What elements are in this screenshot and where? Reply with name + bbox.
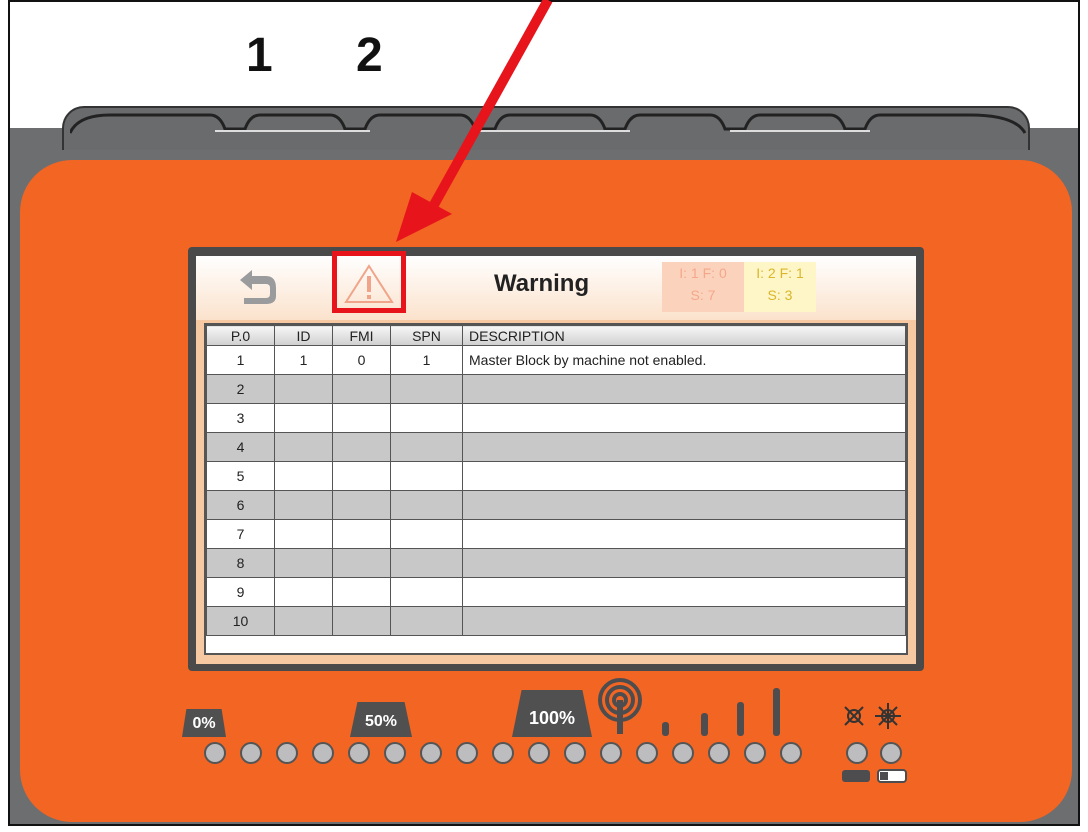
callout-arrow: [396, 0, 553, 242]
